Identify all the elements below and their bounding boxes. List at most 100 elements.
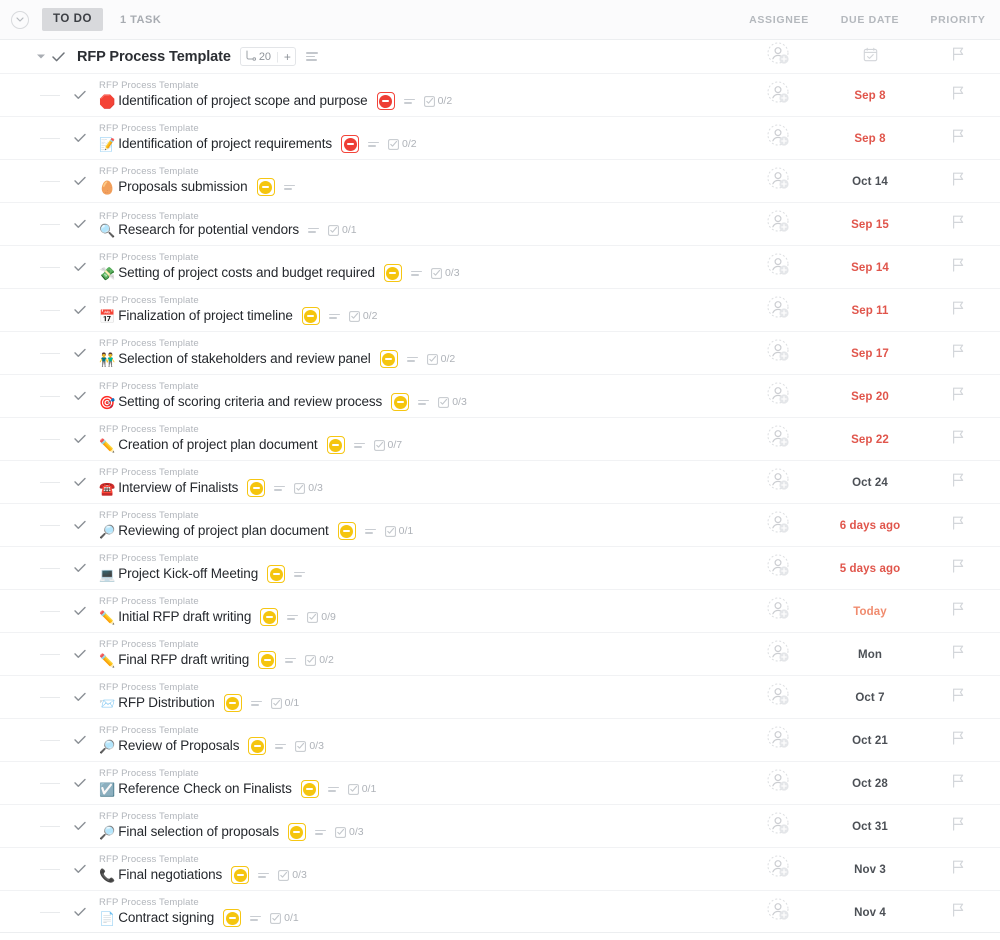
complete-task-checkmark[interactable] (74, 562, 86, 575)
priority-cell[interactable] (916, 203, 1000, 246)
due-date-value[interactable]: Nov 4 (854, 907, 886, 919)
add-assignee-icon[interactable] (767, 339, 791, 368)
status-group-pill[interactable]: TO DO (42, 7, 103, 32)
due-date-value[interactable]: Oct 7 (855, 692, 884, 704)
description-icon[interactable] (275, 743, 287, 749)
complete-task-checkmark[interactable] (74, 347, 86, 360)
due-date-cell[interactable]: Sep 20 (822, 375, 918, 418)
description-icon[interactable] (418, 399, 430, 405)
task-name[interactable]: RFP Distribution (118, 696, 215, 710)
priority-cell[interactable] (916, 461, 1000, 504)
assignee-cell[interactable] (729, 719, 829, 762)
due-date-value[interactable]: Sep 14 (851, 262, 889, 274)
status-badge[interactable] (379, 350, 398, 369)
priority-cell[interactable] (916, 418, 1000, 461)
checklist-indicator[interactable]: 0/3 (295, 740, 324, 752)
column-header-priority[interactable]: PRIORITY (916, 0, 1000, 40)
add-assignee-icon[interactable] (767, 253, 791, 282)
priority-cell[interactable] (916, 547, 1000, 590)
assignee-cell[interactable] (729, 375, 829, 418)
complete-task-checkmark[interactable] (74, 304, 86, 317)
complete-task-checkmark[interactable] (74, 218, 86, 231)
breadcrumb[interactable]: RFP Process Template (99, 123, 417, 134)
breadcrumb[interactable]: RFP Process Template (99, 510, 413, 521)
checklist-indicator[interactable]: 0/2 (426, 353, 455, 365)
priority-cell[interactable] (916, 504, 1000, 547)
checklist-indicator[interactable]: 0/2 (423, 95, 452, 107)
status-badge[interactable] (267, 565, 286, 584)
task-row[interactable]: RFP Process Template 💻 Project Kick-off Me… (0, 546, 1000, 589)
assignee-cell[interactable] (729, 891, 829, 934)
task-row[interactable]: RFP Process Template 🛑 Identification of p… (0, 73, 1000, 116)
task-name[interactable]: Project Kick-off Meeting (118, 567, 258, 581)
status-badge[interactable] (258, 651, 277, 670)
priority-cell[interactable] (916, 719, 1000, 762)
assignee-cell[interactable] (729, 504, 829, 547)
task-row[interactable]: RFP Process Template 📄 Contract signing 0/1… (0, 890, 1000, 933)
flag-icon[interactable] (952, 731, 965, 750)
add-assignee-icon[interactable] (767, 124, 791, 153)
status-badge[interactable] (301, 307, 320, 326)
assignee-cell[interactable] (729, 547, 829, 590)
task-name[interactable]: Selection of stakeholders and review pan… (118, 352, 371, 366)
add-assignee-icon[interactable] (767, 167, 791, 196)
parent-priority-cell[interactable] (916, 40, 1000, 73)
due-date-value[interactable]: Oct 28 (852, 778, 888, 790)
calendar-icon[interactable] (863, 47, 878, 67)
due-date-value[interactable]: Sep 8 (854, 90, 885, 102)
due-date-value[interactable]: Sep 20 (851, 391, 889, 403)
status-badge[interactable] (260, 608, 279, 627)
priority-cell[interactable] (916, 289, 1000, 332)
description-icon[interactable] (327, 786, 339, 792)
parent-task-title[interactable]: RFP Process Template (77, 49, 231, 65)
assignee-cell[interactable] (729, 461, 829, 504)
priority-cell[interactable] (916, 246, 1000, 289)
assignee-cell[interactable] (729, 246, 829, 289)
due-date-cell[interactable]: Sep 17 (822, 332, 918, 375)
add-assignee-icon[interactable] (767, 296, 791, 325)
priority-cell[interactable] (916, 891, 1000, 934)
chevron-down-icon[interactable] (11, 10, 29, 29)
checklist-indicator[interactable]: 0/3 (438, 396, 467, 408)
due-date-value[interactable]: Sep 17 (851, 348, 889, 360)
status-badge[interactable] (383, 264, 402, 283)
add-assignee-icon[interactable] (767, 554, 791, 583)
task-name[interactable]: Creation of project plan document (118, 438, 317, 452)
breadcrumb[interactable]: RFP Process Template (99, 768, 376, 779)
due-date-cell[interactable]: Oct 21 (822, 719, 918, 762)
task-row[interactable]: RFP Process Template 👬 Selection of stakeh… (0, 331, 1000, 374)
checklist-indicator[interactable]: 0/3 (278, 869, 307, 881)
task-row[interactable]: RFP Process Template 🔍 Research for potent… (0, 202, 1000, 245)
check-icon[interactable] (52, 50, 65, 64)
priority-cell[interactable] (916, 74, 1000, 117)
assignee-cell[interactable] (729, 117, 829, 160)
add-assignee-icon[interactable] (767, 42, 791, 71)
add-assignee-icon[interactable] (767, 382, 791, 411)
priority-cell[interactable] (916, 848, 1000, 891)
due-date-cell[interactable]: Nov 3 (822, 848, 918, 891)
complete-task-checkmark[interactable] (74, 648, 86, 661)
assignee-cell[interactable] (729, 762, 829, 805)
checklist-indicator[interactable]: 0/1 (384, 525, 413, 537)
add-assignee-icon[interactable] (767, 425, 791, 454)
description-icon[interactable] (364, 528, 376, 534)
status-badge[interactable] (391, 393, 410, 412)
due-date-value[interactable]: Today (853, 606, 887, 618)
assignee-cell[interactable] (729, 418, 829, 461)
checklist-indicator[interactable]: 0/3 (335, 826, 364, 838)
column-header-assignee[interactable]: ASSIGNEE (729, 0, 829, 40)
breadcrumb[interactable]: RFP Process Template (99, 295, 377, 306)
breadcrumb[interactable]: RFP Process Template (99, 682, 299, 693)
flag-icon[interactable] (952, 903, 965, 922)
flag-icon[interactable] (952, 215, 965, 234)
task-row[interactable]: RFP Process Template ☎️ Interview of Final… (0, 460, 1000, 503)
assignee-cell[interactable] (729, 805, 829, 848)
checklist-indicator[interactable]: 0/2 (305, 654, 334, 666)
description-icon[interactable] (250, 700, 262, 706)
due-date-cell[interactable]: 5 days ago (822, 547, 918, 590)
due-date-cell[interactable]: Sep 14 (822, 246, 918, 289)
task-name[interactable]: Reviewing of project plan document (118, 524, 329, 538)
breadcrumb[interactable]: RFP Process Template (99, 639, 334, 650)
status-badge[interactable] (337, 522, 356, 541)
assignee-cell[interactable] (729, 590, 829, 633)
